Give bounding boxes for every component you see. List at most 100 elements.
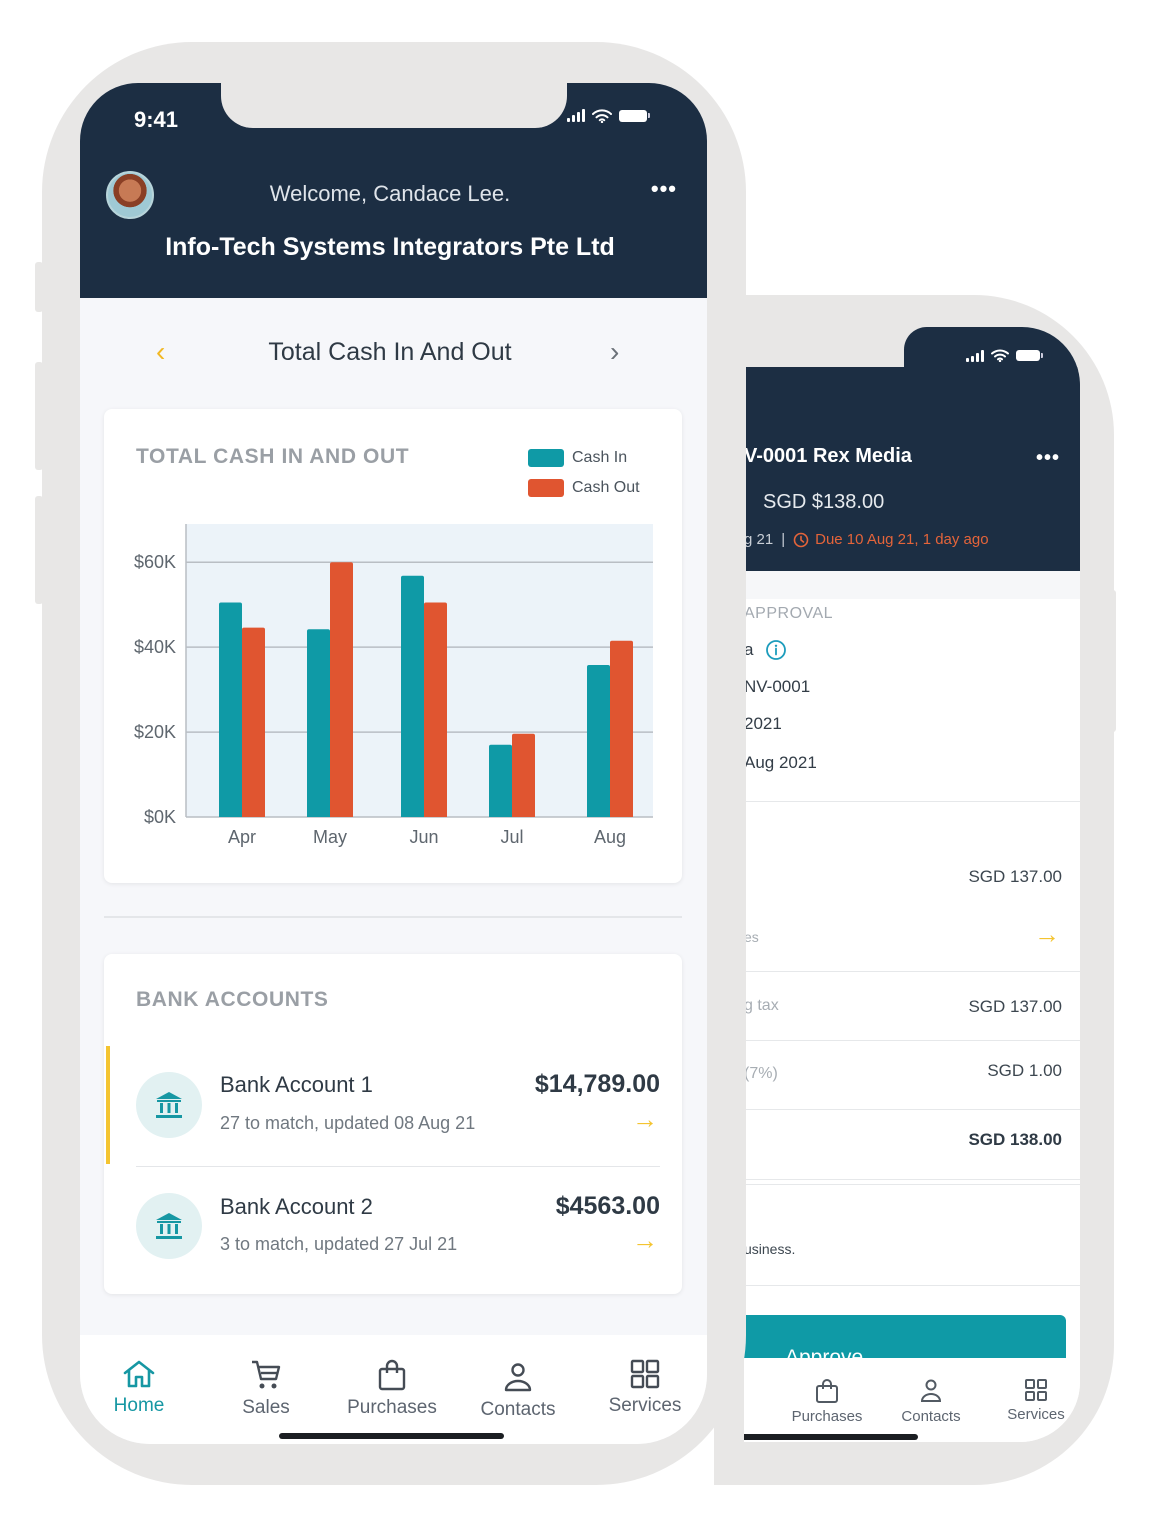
invoice-header: V-0001 Rex Media ••• SGD $138.00 g 21 | … <box>744 367 1080 571</box>
signal-icon <box>567 109 585 122</box>
front-phone-screen: 9:41 Welcome, Candace Lee. ••• Info-Tech… <box>80 83 707 1444</box>
cart-icon <box>252 1360 281 1389</box>
y-tick-label: $60K <box>134 552 176 572</box>
detail-row: 2021 <box>744 714 782 733</box>
total-value: SGD 138.00 <box>968 1130 1062 1149</box>
bar-cash-out <box>512 733 535 817</box>
wifi-icon <box>592 109 612 123</box>
tab-home[interactable]: Home <box>102 1359 176 1417</box>
tab-services[interactable]: Services <box>1002 1378 1070 1423</box>
home-indicator[interactable] <box>279 1433 504 1439</box>
note-text: usiness. <box>744 1241 796 1257</box>
status-time: 9:41 <box>134 107 179 132</box>
tab-contacts[interactable]: Contacts <box>896 1378 966 1425</box>
bank-account-balance: $14,789.00 <box>534 1070 660 1098</box>
dashboard-pager: ‹ Total Cash In And Out › <box>80 328 707 378</box>
person-icon <box>920 1379 942 1402</box>
info-icon[interactable] <box>765 639 787 661</box>
bank-icon <box>136 1072 202 1138</box>
bank-account-row[interactable]: Bank Account 2 3 to match, updated 27 Ju… <box>104 1168 682 1286</box>
wifi-icon <box>991 349 1009 362</box>
volume-down-button <box>35 496 43 604</box>
bank-icon <box>136 1193 202 1259</box>
mute-switch <box>35 262 43 312</box>
bar-cash-out <box>610 640 633 817</box>
y-tick-label: $20K <box>134 722 176 742</box>
signal-icon <box>966 349 984 362</box>
bank-account-row[interactable]: Bank Account 1 27 to match, updated 08 A… <box>104 1046 682 1164</box>
side-button <box>1110 590 1116 732</box>
arrow-right-icon[interactable]: → <box>632 1104 658 1135</box>
clock-icon <box>793 532 809 547</box>
line-items-link-label[interactable]: es <box>744 929 759 945</box>
grid-icon <box>630 1359 660 1389</box>
cash-chart-card: TOTAL CASH IN AND OUT Cash In Cash Out $… <box>104 409 682 883</box>
tab-bar: Home Sales Purchases Contacts Services <box>80 1335 707 1444</box>
back-phone-screen: V-0001 Rex Media ••• SGD $138.00 g 21 | … <box>744 327 1080 1442</box>
back-tab-bar: s Purchases Contacts Services <box>744 1358 1080 1442</box>
bank-account-name: Bank Account 2 <box>220 1194 373 1219</box>
status-bar <box>904 327 1080 371</box>
shopping-bag-icon <box>816 1379 838 1403</box>
status-icons <box>567 109 650 123</box>
welcome-text: Welcome, Candace Lee. <box>269 181 511 206</box>
x-tick-label: Jun <box>409 827 438 847</box>
meta-separator: | <box>781 531 786 548</box>
app-header: 9:41 Welcome, Candace Lee. ••• Info-Tech… <box>80 83 707 298</box>
invoice-meta: g 21 | Due 10 Aug 21, 1 day ago <box>744 531 989 548</box>
excl-tax-label: g tax <box>744 997 779 1014</box>
bank-account-status: 27 to match, updated 08 Aug 21 <box>220 1113 476 1133</box>
detail-row: Aug 2021 <box>744 753 817 772</box>
home-indicator[interactable] <box>744 1434 918 1440</box>
company-name[interactable]: Info-Tech Systems Integrators Pte Ltd <box>80 233 700 262</box>
gst-label: (7%) <box>744 1065 778 1082</box>
excl-tax-value: SGD 137.00 <box>968 997 1062 1016</box>
bar-cash-out <box>242 627 265 817</box>
bank-account-balance: $4563.00 <box>555 1192 660 1220</box>
section-divider <box>104 916 682 918</box>
battery-icon <box>1016 350 1043 361</box>
battery-icon <box>619 110 650 122</box>
due-text: Due 10 Aug 21, 1 day ago <box>815 531 989 548</box>
bank-accounts-title: BANK ACCOUNTS <box>136 988 329 1011</box>
chevron-right-icon[interactable]: › <box>610 336 619 368</box>
line-items-arrow-icon[interactable]: → <box>1034 919 1060 950</box>
bar-cash-in <box>219 602 242 817</box>
bar-cash-out <box>424 602 447 817</box>
person-icon <box>504 1363 532 1392</box>
gst-value: SGD 1.00 <box>987 1061 1062 1080</box>
detail-row: a <box>744 639 787 661</box>
bar-cash-in <box>401 575 424 817</box>
tab-purchases[interactable]: Purchases <box>790 1378 864 1425</box>
invoice-amount: SGD $138.00 <box>763 491 885 513</box>
bank-accounts-card: BANK ACCOUNTS Bank Account 1 27 to match… <box>104 954 682 1294</box>
bar-chart: $0K $20K $40K $60K Apr May Jun Jul Aug <box>134 524 653 847</box>
x-tick-label: Apr <box>228 827 256 847</box>
y-tick-label: $0K <box>144 807 176 827</box>
y-tick-label: $40K <box>134 637 176 657</box>
x-tick-label: Jul <box>500 827 523 847</box>
bank-account-status: 3 to match, updated 27 Jul 21 <box>220 1234 458 1254</box>
bar-cash-out <box>330 562 353 817</box>
grid-icon <box>1025 1379 1047 1401</box>
shopping-bag-icon <box>378 1359 406 1391</box>
arrow-right-icon[interactable]: → <box>632 1225 658 1256</box>
more-options-icon[interactable]: ••• <box>1036 447 1060 470</box>
x-tick-label: May <box>313 827 347 847</box>
tab-sales[interactable]: Sales <box>230 1359 302 1419</box>
detail-row: NV-0001 <box>744 677 811 696</box>
tab-services[interactable]: Services <box>600 1359 690 1417</box>
notch <box>221 83 567 128</box>
invoice-date: g 21 <box>744 531 774 548</box>
tab-purchases[interactable]: Purchases <box>342 1359 442 1419</box>
tab-contacts[interactable]: Contacts <box>472 1361 564 1421</box>
bar-cash-in <box>587 664 610 817</box>
more-options-icon[interactable]: ••• <box>651 176 677 202</box>
pager-title: Total Cash In And Out <box>268 338 512 366</box>
subtotal-value: SGD 137.00 <box>968 867 1062 886</box>
invoice-title: V-0001 Rex Media <box>744 445 912 467</box>
x-tick-label: Aug <box>594 827 626 847</box>
bar-cash-in <box>489 744 512 817</box>
due-status: Due 10 Aug 21, 1 day ago <box>793 531 989 548</box>
volume-up-button <box>35 362 43 470</box>
